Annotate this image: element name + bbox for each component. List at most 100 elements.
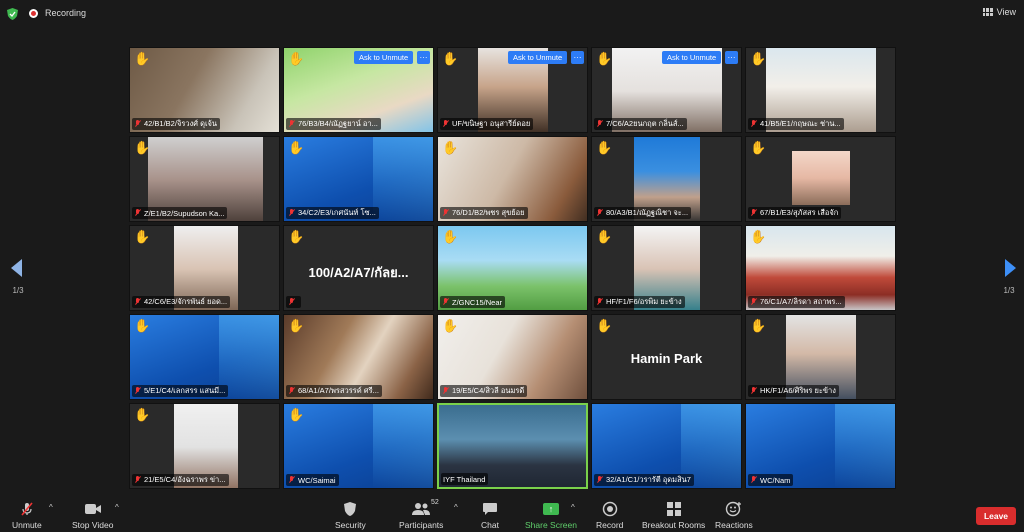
participant-name: 34/C2/E3/เกศนันท์ โซ... xyxy=(298,208,376,217)
participant-name-bar: Z/E1/B2/Supudson Ka... xyxy=(132,207,228,219)
share-screen-label: Share Screen xyxy=(525,520,577,530)
video-tile[interactable]: ✋ 76/C1/A7/ลิรดา สถาพร... xyxy=(745,225,896,311)
muted-mic-icon xyxy=(288,476,295,484)
unmute-button[interactable]: Unmute xyxy=(12,501,42,530)
raised-hand-icon: ✋ xyxy=(134,318,151,333)
raised-hand-icon: ✋ xyxy=(288,229,305,244)
participant-name: 42/C6/E3/จักรพันธ์ ยอด... xyxy=(144,297,228,306)
participant-name-bar: HK/F1/A6/ศิริพร ยะข้าง xyxy=(748,385,839,397)
muted-mic-icon xyxy=(750,476,757,484)
participant-name-bar: 67/B1/E3/สุภัสสร เสือจัก xyxy=(748,207,842,219)
previous-page-button[interactable]: 1/3 xyxy=(11,259,25,295)
muted-mic-icon xyxy=(442,120,449,128)
video-tile[interactable]: ✋ Hamin Park xyxy=(591,314,742,400)
video-tile[interactable]: ✋ 34/C2/E3/เกศนันท์ โซ... xyxy=(283,136,434,222)
muted-mic-icon xyxy=(288,387,295,395)
video-tile[interactable]: ✋ Z/GNC15/Near xyxy=(437,225,588,311)
participant-name: WC/Saimai xyxy=(298,475,336,485)
breakout-rooms-label: Breakout Rooms xyxy=(642,520,706,530)
raised-hand-icon: ✋ xyxy=(134,140,151,155)
participant-name-bar: 21/E5/C4/อังฉราพร ข่า... xyxy=(132,474,229,486)
video-tile[interactable]: 32/A1/C1/วรารัตี อุดมสิน7 xyxy=(591,403,742,489)
chevron-right-icon xyxy=(1005,259,1016,277)
stop-video-label: Stop Video xyxy=(72,520,114,530)
ask-to-unmute-button[interactable]: Ask to Unmute xyxy=(508,51,568,64)
participant-display-name: 100/A2/A7/กัลย... xyxy=(308,265,409,280)
video-gallery: ✋ 42/B1/B2/จิรวงศ์ ดุเจ้น ✋ Ask to Unmut… xyxy=(129,47,896,489)
share-options-caret-icon[interactable]: ^ xyxy=(571,503,575,512)
participant-name-bar: 80/A3/B1/ณัฏฐณิชา จะ... xyxy=(594,207,692,219)
video-tile[interactable]: ✋ 68/A1/A7/พรสวรรค์ ศรี... xyxy=(283,314,434,400)
video-tile[interactable]: ✋ 100/A2/A7/กัลย... xyxy=(283,225,434,311)
more-options-button[interactable]: ··· xyxy=(571,51,584,64)
video-tile[interactable]: ✋ Z/E1/B2/Supudson Ka... xyxy=(129,136,280,222)
audio-options-caret-icon[interactable]: ^ xyxy=(49,503,53,512)
participant-name: 21/E5/C4/อังฉราพร ข่า... xyxy=(144,475,226,484)
participants-icon xyxy=(411,501,431,517)
leave-button[interactable]: Leave xyxy=(976,507,1016,525)
chat-button[interactable]: Chat xyxy=(481,501,499,530)
video-tile[interactable]: ✋ 41/B5/E1/กฤษณะ ช่าน... xyxy=(745,47,896,133)
video-tile[interactable]: ✋ Ask to Unmute ··· 7/C6/A2ยนกฤต กลิ่นส์… xyxy=(591,47,742,133)
participant-name: Z/GNC15/Near xyxy=(452,297,503,307)
muted-mic-icon xyxy=(442,387,449,395)
raised-hand-icon: ✋ xyxy=(134,229,151,244)
video-tile[interactable]: ✋ 80/A3/B1/ณัฏฐณิชา จะ... xyxy=(591,136,742,222)
video-tile[interactable]: ✋ WC/Saimai xyxy=(283,403,434,489)
muted-microphone-icon xyxy=(19,501,35,517)
shield-icon[interactable] xyxy=(7,8,18,20)
active-speaker-tile[interactable]: IYF Thailand xyxy=(437,403,588,489)
participant-name-bar: 76/B3/B4/ณัฏฐยาน์ อา... xyxy=(286,118,381,130)
video-tile[interactable]: ✋ 19/E5/C4/สิวลี อนมรดี xyxy=(437,314,588,400)
reactions-button[interactable]: Reactions xyxy=(715,501,753,530)
ask-to-unmute-button[interactable]: Ask to Unmute xyxy=(662,51,722,64)
record-button[interactable]: Record xyxy=(596,501,623,530)
participant-name-bar: 5/E1/C4/เลกสรร แสนมี... xyxy=(132,385,229,397)
participant-name-bar: 41/B5/E1/กฤษณะ ช่าน... xyxy=(748,118,844,130)
share-screen-icon: ↑ xyxy=(542,501,559,517)
video-tile[interactable]: ✋ 5/E1/C4/เลกสรร แสนมี... xyxy=(129,314,280,400)
breakout-rooms-button[interactable]: Breakout Rooms xyxy=(642,501,705,530)
shield-icon xyxy=(343,501,357,517)
video-tile[interactable]: ✋ 42/B1/B2/จิรวงศ์ ดุเจ้น xyxy=(129,47,280,133)
video-tile[interactable]: ✋ 42/C6/E3/จักรพันธ์ ยอด... xyxy=(129,225,280,311)
video-tile[interactable]: ✋ HF/F1/F6/อรพิม ยะข้าง xyxy=(591,225,742,311)
video-tile[interactable]: WC/Nam xyxy=(745,403,896,489)
muted-mic-icon xyxy=(288,298,295,306)
more-options-button[interactable]: ··· xyxy=(417,51,430,64)
raised-hand-icon: ✋ xyxy=(596,140,613,155)
video-tile[interactable]: ✋ 67/B1/E3/สุภัสสร เสือจัก xyxy=(745,136,896,222)
raised-hand-icon: ✋ xyxy=(288,407,305,422)
muted-mic-icon xyxy=(442,298,449,306)
security-button[interactable]: Security xyxy=(335,501,366,530)
participant-name-bar: 42/B1/B2/จิรวงศ์ ดุเจ้น xyxy=(132,118,221,130)
share-screen-button[interactable]: ↑ Share Screen xyxy=(525,501,577,530)
participant-name-bar: 76/C1/A7/ลิรดา สถาพร... xyxy=(748,296,845,308)
participant-name: 42/B1/B2/จิรวงศ์ ดุเจ้น xyxy=(144,119,218,128)
more-options-button[interactable]: ··· xyxy=(725,51,738,64)
ask-to-unmute-button[interactable]: Ask to Unmute xyxy=(354,51,414,64)
participants-options-caret-icon[interactable]: ^ xyxy=(454,503,458,512)
stop-video-button[interactable]: Stop Video xyxy=(72,501,113,530)
video-tile[interactable]: ✋ 76/D1/B2/พชร สุขย้อย xyxy=(437,136,588,222)
video-tile[interactable]: ✋ 21/E5/C4/อังฉราพร ข่า... xyxy=(129,403,280,489)
participant-name-bar: 76/D1/B2/พชร สุขย้อย xyxy=(440,207,528,219)
video-options-caret-icon[interactable]: ^ xyxy=(115,503,119,512)
raised-hand-icon: ✋ xyxy=(750,318,767,333)
video-tile[interactable]: ✋ Ask to Unmute ··· UF/ขนิษฐา อนุสารีย์ด… xyxy=(437,47,588,133)
participant-name: WC/Nam xyxy=(760,475,791,485)
participant-name-bar: 7/C6/A2ยนกฤต กลิ่นส์... xyxy=(594,118,687,130)
raised-hand-icon: ✋ xyxy=(596,51,613,66)
view-button[interactable]: View xyxy=(982,5,1016,19)
muted-mic-icon xyxy=(134,120,141,128)
participant-name: 76/B3/B4/ณัฏฐยาน์ อา... xyxy=(298,119,378,128)
video-tile[interactable]: ✋ HK/F1/A6/ศิริพร ยะข้าง xyxy=(745,314,896,400)
muted-mic-icon xyxy=(288,209,295,217)
muted-mic-icon xyxy=(288,120,295,128)
muted-mic-icon xyxy=(596,476,603,484)
unmute-label: Unmute xyxy=(12,520,42,530)
video-tile[interactable]: ✋ Ask to Unmute ··· 76/B3/B4/ณัฏฐยาน์ อา… xyxy=(283,47,434,133)
muted-mic-icon xyxy=(134,298,141,306)
next-page-button[interactable]: 1/3 xyxy=(1002,259,1016,295)
participant-name: Z/E1/B2/Supudson Ka... xyxy=(144,208,225,218)
